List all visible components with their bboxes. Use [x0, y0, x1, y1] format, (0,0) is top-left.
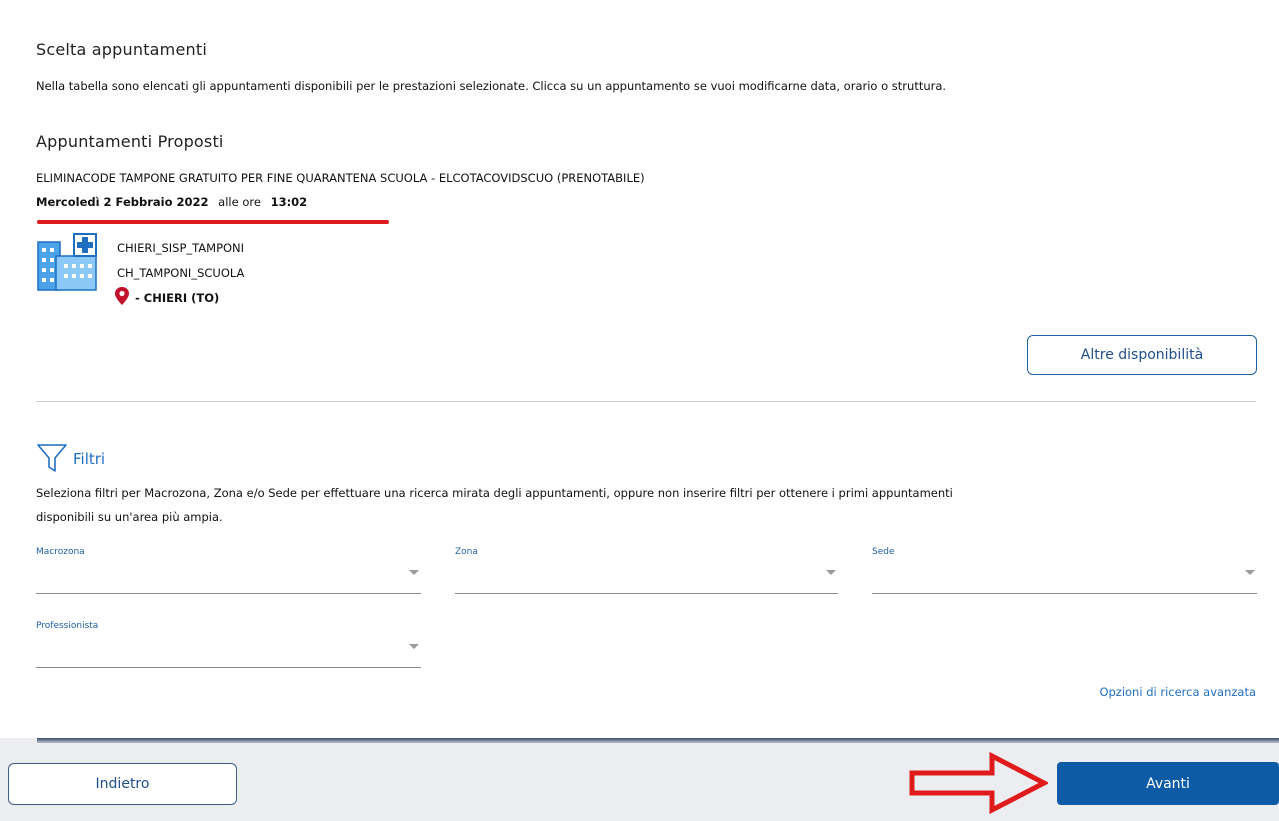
sede-select[interactable]: Sede	[872, 547, 1257, 594]
appointment-date: Mercoledì 2 Febbraio 2022	[36, 195, 209, 209]
time-prefix: alle ore	[218, 195, 261, 209]
chevron-down-icon	[409, 644, 419, 649]
map-pin-icon	[114, 286, 130, 306]
filters-description-2: disponibili su un'area più ampia.	[36, 510, 223, 524]
advanced-search-link[interactable]: Opzioni di ricerca avanzata	[1099, 685, 1256, 699]
facility-name: CHIERI_SISP_TAMPONI	[117, 241, 245, 255]
appointment-datetime[interactable]: Mercoledì 2 Febbraio 2022 alle ore 13:02	[36, 195, 307, 209]
proposed-title: Appuntamenti Proposti	[36, 132, 224, 151]
zona-label: Zona	[455, 547, 478, 557]
macrozona-select[interactable]: Macrozona	[36, 547, 421, 594]
chevron-down-icon	[409, 570, 419, 575]
divider	[36, 401, 1256, 402]
chevron-down-icon	[826, 570, 836, 575]
facility-unit: CH_TAMPONI_SCUOLA	[117, 266, 245, 280]
back-button[interactable]: Indietro	[8, 763, 237, 805]
next-button[interactable]: Avanti	[1057, 762, 1279, 805]
filters-title: Filtri	[73, 450, 106, 468]
service-name: ELIMINACODE TAMPONE GRATUITO PER FINE QU…	[36, 171, 645, 185]
filter-icon	[36, 442, 68, 474]
filters-description-1: Seleziona filtri per Macrozona, Zona e/o…	[36, 486, 953, 500]
page-title: Scelta appuntamenti	[36, 40, 207, 59]
zona-select[interactable]: Zona	[455, 547, 838, 594]
facility-location: - CHIERI (TO)	[135, 291, 220, 305]
professionista-select[interactable]: Professionista	[36, 621, 421, 668]
chevron-down-icon	[1245, 570, 1255, 575]
other-availability-button[interactable]: Altre disponibilità	[1027, 335, 1257, 375]
appointment-time: 13:02	[270, 195, 308, 209]
red-underline-annotation	[37, 220, 389, 224]
footer-divider	[37, 738, 1279, 743]
hospital-icon	[36, 232, 98, 292]
sede-label: Sede	[872, 547, 895, 557]
red-arrow-annotation	[908, 751, 1050, 815]
professionista-label: Professionista	[36, 621, 99, 631]
page-description: Nella tabella sono elencati gli appuntam…	[36, 79, 947, 93]
macrozona-label: Macrozona	[36, 547, 85, 557]
